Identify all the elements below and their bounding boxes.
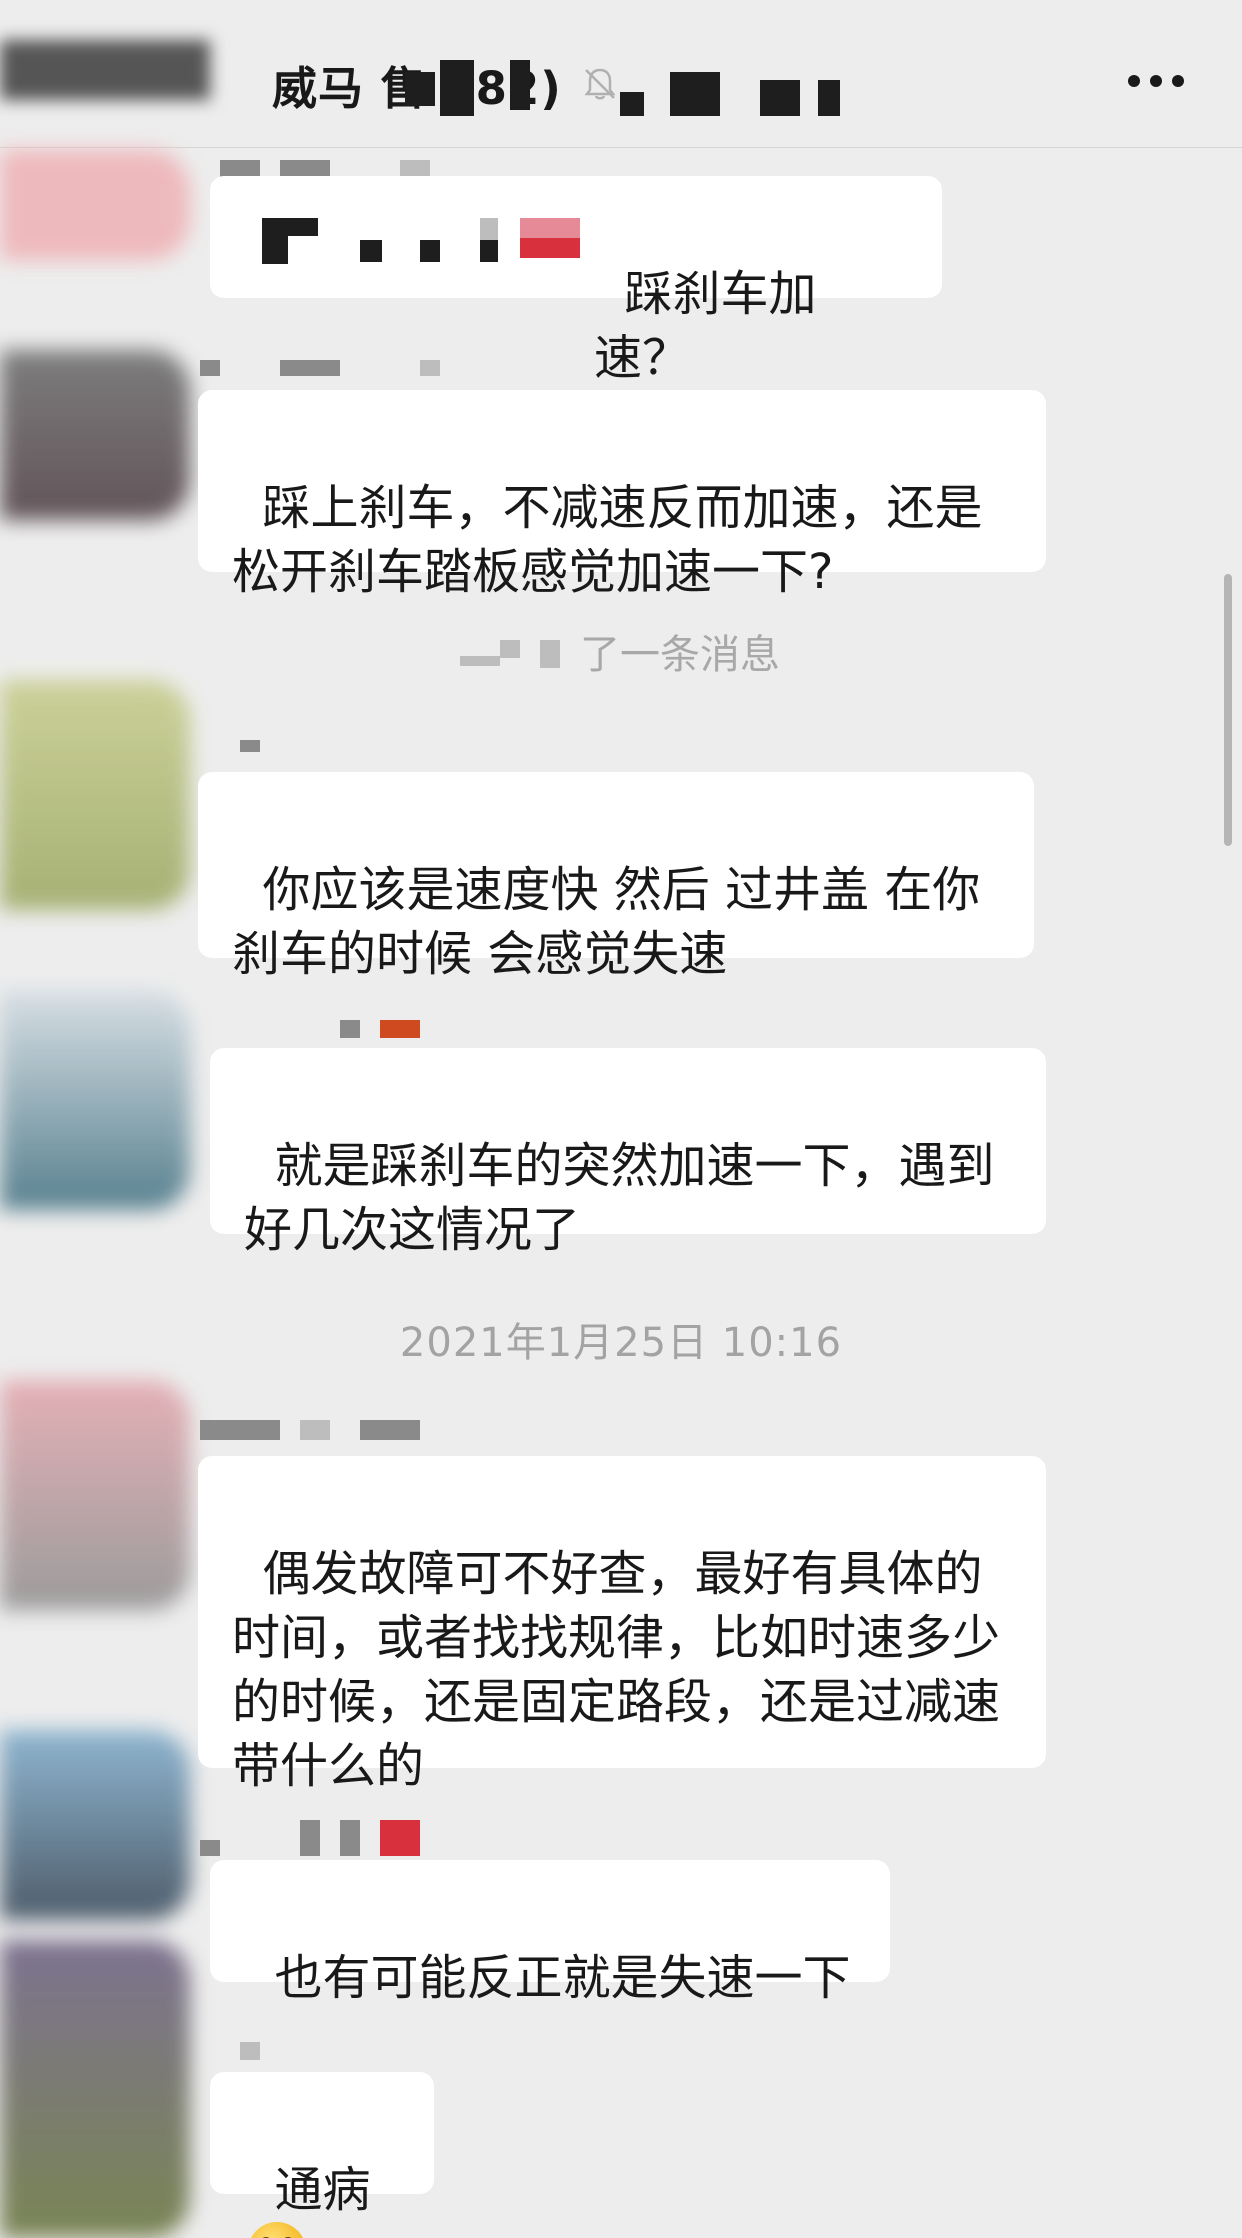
more-dots-icon[interactable] (1128, 74, 1184, 88)
avatar[interactable] (0, 1380, 190, 1610)
redaction (405, 72, 435, 106)
timestamp: 2021年1月25日 10:16 (0, 1310, 1242, 1368)
avatar[interactable] (0, 680, 190, 910)
message-text: 就是踩刹车的突然加速一下，遇到好几次这情况了 (244, 1138, 995, 1258)
redaction (620, 92, 644, 116)
redaction (440, 60, 474, 116)
message-bubble[interactable]: 就是踩刹车的突然加速一下，遇到好几次这情况了 (210, 1048, 1046, 1258)
sender-name (200, 1420, 440, 1444)
system-message-text: 了一条消息 (580, 632, 780, 678)
redaction (540, 640, 560, 668)
sender-name (200, 1820, 420, 1856)
sender-name (200, 360, 440, 384)
redaction (500, 640, 520, 658)
avatar[interactable] (0, 150, 190, 260)
redaction (0, 40, 210, 100)
message-text: 偶发故障可不好查，最好有具体的时间，或者找找规律，比如时速多少的时候，还是固定路… (232, 1546, 1001, 1794)
redaction (262, 218, 288, 264)
redaction (360, 240, 382, 262)
redaction (420, 240, 440, 262)
redaction (288, 218, 318, 236)
message-text: 也有可能反正就是失速一下 (274, 1950, 851, 2006)
avatar[interactable] (0, 1730, 190, 1920)
avatar[interactable] (0, 350, 190, 520)
chat-header: 威马 售 282) (0, 0, 1242, 148)
message-text: 踩上刹车，不减速反而加速，还是松开刹车踏板感觉加速一下? (232, 480, 983, 600)
sender-name (240, 2042, 260, 2066)
redaction (480, 218, 498, 240)
scrollbar[interactable] (1224, 574, 1232, 846)
redaction (670, 72, 720, 116)
grinning-face-icon (248, 2222, 306, 2238)
timestamp-text: 2021年1月25日 10:16 (399, 1320, 843, 1366)
avatar[interactable] (0, 1940, 190, 2238)
redaction (460, 656, 500, 666)
redaction (760, 80, 800, 116)
redaction (520, 238, 580, 258)
message-bubble[interactable]: 也有可能反正就是失速一下 (210, 1860, 890, 2006)
sender-name (240, 740, 280, 764)
avatar[interactable] (0, 990, 190, 1210)
message-bubble[interactable]: 偶发故障可不好查，最好有具体的时间，或者找找规律，比如时速多少的时候，还是固定路… (198, 1456, 1046, 1794)
message-bubble[interactable]: 你应该是速度快 然后 过井盖 在你刹车的时候 会感觉失速 (198, 772, 1034, 982)
redaction (520, 218, 580, 238)
sender-name (340, 1020, 420, 1044)
bell-off-icon (580, 64, 620, 104)
message-text: 踩刹车加速？ (594, 266, 817, 386)
message-bubble[interactable]: 通病 (210, 2072, 434, 2238)
redaction (818, 80, 840, 116)
redaction (480, 240, 498, 262)
redaction (510, 60, 530, 110)
system-message: 了一条消息 (580, 622, 780, 680)
message-text: 通病 (274, 2162, 371, 2218)
message-bubble[interactable]: 踩上刹车，不减速反而加速，还是松开刹车踏板感觉加速一下? (198, 390, 1046, 600)
message-text: 你应该是速度快 然后 过井盖 在你刹车的时候 会感觉失速 (232, 862, 981, 982)
